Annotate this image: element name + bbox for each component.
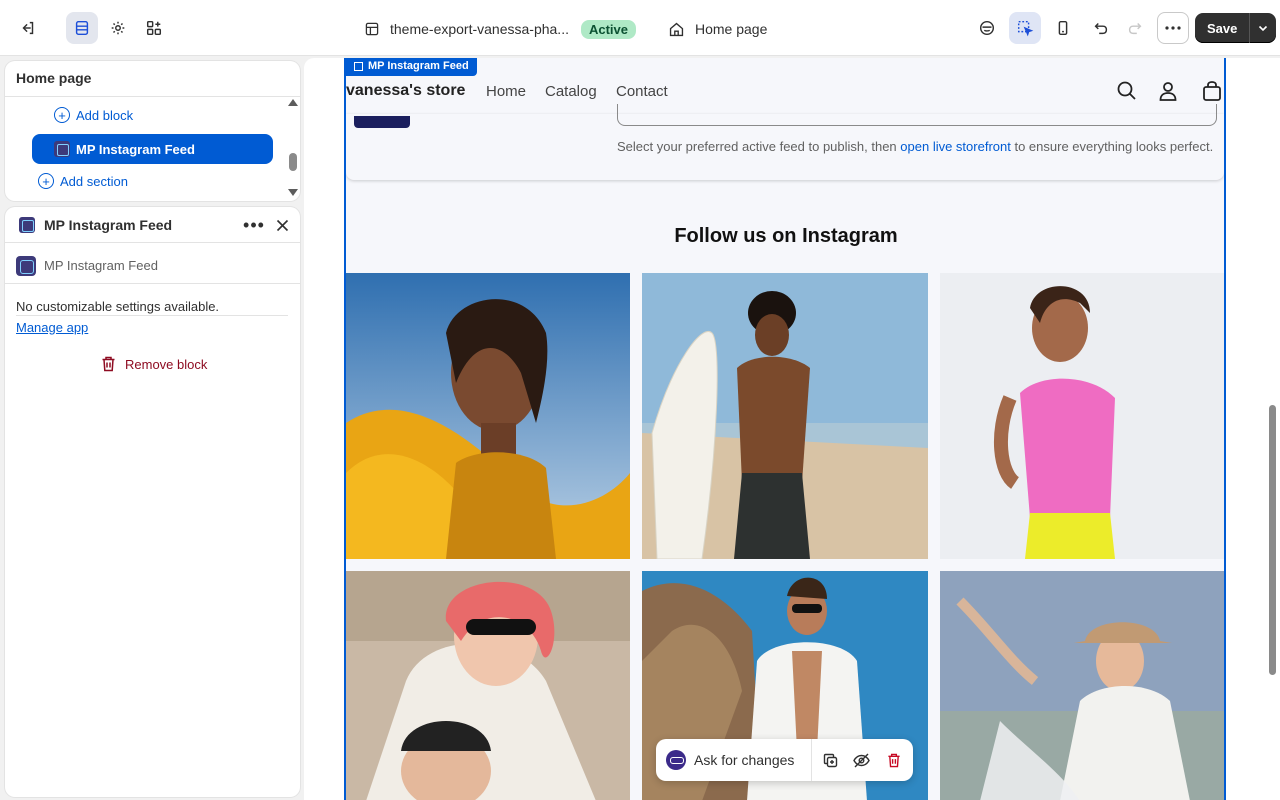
account-icon[interactable] [1157,80,1179,102]
feed-publish-card: Select your preferred active feed to pub… [346,104,1224,180]
nav-link-contact[interactable]: Contact [616,83,668,100]
theme-name: theme-export-vanessa-pha... [390,21,569,37]
more-options-icon[interactable]: ••• [242,215,266,235]
preview-scrollbar-thumb[interactable] [1269,405,1276,675]
store-name[interactable]: vanessa's store [346,82,465,100]
page-name: Home page [695,21,768,37]
manage-app-link[interactable]: Manage app [16,320,88,335]
save-options-button[interactable] [1250,13,1276,43]
nav-link-catalog[interactable]: Catalog [545,83,597,100]
ai-assistant-icon [666,750,686,770]
block-panel-header: MP Instagram Feed ••• [5,207,300,243]
ai-assistant-icon[interactable] [971,12,1003,44]
tree-item-label: MP Instagram Feed [76,141,195,157]
section-tag-label: MP Instagram Feed [368,60,469,72]
remove-block-button[interactable]: Remove block [101,356,207,372]
home-icon [669,22,684,36]
app-icon [19,217,35,233]
feed-select[interactable] [617,104,1217,126]
instagram-photo-6[interactable] [940,571,1224,800]
scroll-up-arrow-icon[interactable] [288,99,298,106]
add-section-button[interactable]: + Add section [38,173,128,189]
feed-title: Follow us on Instagram [674,225,898,247]
status-badge: Active [580,19,637,39]
inspector-select-icon[interactable] [1009,12,1041,44]
chevron-down-icon [1259,25,1268,32]
search-icon[interactable] [1116,80,1138,102]
storefront-preview: vanessa's store Home Catalog Contact Sel… [304,58,1280,800]
block-panel-title: MP Instagram Feed [44,217,173,233]
ellipsis-icon [1165,26,1181,30]
more-actions-button[interactable] [1157,12,1189,44]
instagram-photo-2[interactable] [642,273,928,559]
feed-button-edge[interactable] [354,116,410,128]
nav-link-home[interactable]: Home [486,83,526,100]
scroll-down-arrow-icon[interactable] [288,189,298,196]
layout-icon [365,22,379,36]
section-tree-panel: Home page + Add block MP Instagram Feed … [5,61,300,201]
save-button-group: Save [1195,13,1277,43]
section-tag: MP Instagram Feed [346,58,477,76]
panel-title: Home page [16,70,92,86]
add-section-label: Add section [60,173,128,189]
app-name: MP Instagram Feed [44,258,158,273]
instagram-photo-4[interactable] [346,571,630,800]
apps-icon[interactable] [138,12,170,44]
remove-block-label: Remove block [125,356,208,372]
trash-icon[interactable] [885,751,903,769]
redo-icon[interactable] [1119,12,1151,44]
scrollbar-thumb[interactable] [289,153,297,171]
cart-icon[interactable] [1201,80,1223,102]
hide-eye-icon[interactable] [852,751,870,769]
mobile-preview-icon[interactable] [1047,12,1079,44]
instagram-photo-1[interactable] [346,273,630,559]
tree-item-mp-instagram-feed[interactable]: MP Instagram Feed [32,134,273,164]
ask-for-changes-button[interactable]: Ask for changes [694,752,794,768]
top-bar: theme-export-vanessa-pha... Active Home … [0,0,1280,56]
add-block-button[interactable]: + Add block [54,107,133,123]
close-icon[interactable] [271,214,293,236]
divider [5,96,300,97]
save-button[interactable]: Save [1195,13,1251,43]
app-icon [54,141,70,157]
undo-icon[interactable] [1085,12,1117,44]
duplicate-icon[interactable] [821,751,839,769]
divider [16,315,288,316]
trash-icon [102,356,115,372]
floating-block-toolbar: Ask for changes [656,739,913,781]
help-text-part: to ensure everything looks perfect. [1010,139,1214,154]
add-block-label: Add block [76,107,134,123]
block-settings-panel: MP Instagram Feed ••• MP Instagram Feed … [5,207,300,797]
sections-icon[interactable] [66,12,98,44]
instagram-photo-3[interactable] [940,273,1224,559]
theme-selector[interactable]: theme-export-vanessa-pha... Active [364,18,637,40]
help-text: Select your preferred active feed to pub… [617,139,1217,155]
settings-gear-icon[interactable] [102,12,134,44]
app-logo-icon [16,256,36,276]
page-selector[interactable]: Home page [668,18,767,40]
exit-icon[interactable] [12,12,44,44]
divider [811,739,812,781]
no-settings-text: No customizable settings available. [16,299,220,314]
block-select-icon [354,61,363,71]
selected-section-frame[interactable]: vanessa's store Home Catalog Contact Sel… [344,58,1226,800]
app-info-row: MP Instagram Feed [5,243,300,284]
help-text-part: Select your preferred active feed to pub… [617,139,901,154]
plus-circle-icon: + [38,173,54,189]
plus-circle-icon: + [54,107,70,123]
open-live-storefront-link[interactable]: open live storefront [900,139,1011,154]
